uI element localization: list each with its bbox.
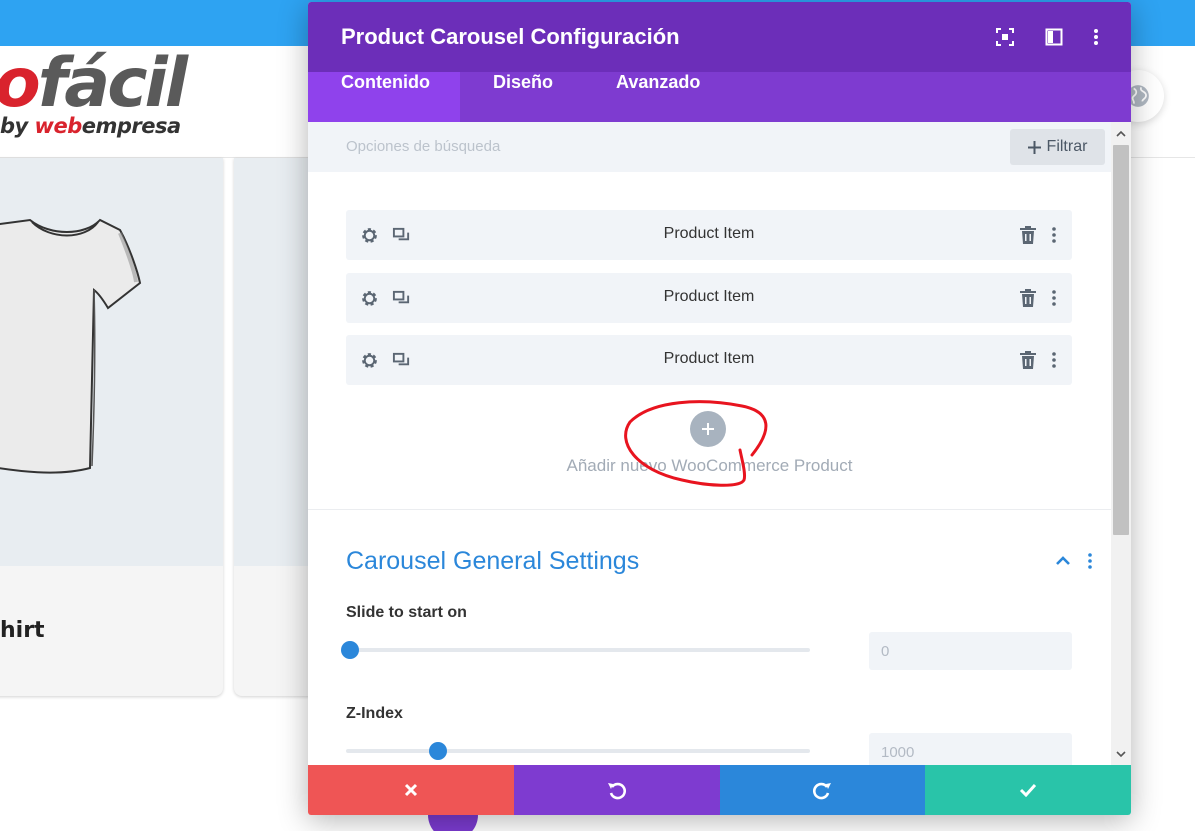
modal-body: Product Item Product Item Product Item A… bbox=[308, 172, 1111, 765]
modal-footer bbox=[308, 765, 1131, 815]
modal-tabs: Contenido Diseño Avanzado bbox=[308, 72, 1131, 122]
options-search-bar: Opciones de búsqueda Filtrar bbox=[308, 122, 1111, 172]
more-options-icon[interactable] bbox=[1086, 27, 1106, 47]
slider-track[interactable] bbox=[346, 749, 810, 753]
redo-icon bbox=[813, 782, 832, 800]
tshirt-image bbox=[0, 218, 142, 474]
section-divider bbox=[308, 509, 1111, 510]
z-index-input[interactable] bbox=[869, 733, 1072, 765]
cancel-button[interactable] bbox=[308, 765, 514, 815]
search-input[interactable]: Opciones de búsqueda bbox=[346, 138, 500, 155]
slider-track[interactable] bbox=[346, 648, 810, 652]
check-icon bbox=[1020, 783, 1037, 797]
product-item-label: Product Item bbox=[663, 288, 755, 305]
tab-avanzado[interactable]: Avanzado bbox=[583, 72, 733, 122]
scroll-down-arrow[interactable] bbox=[1111, 744, 1131, 764]
tab-diseno[interactable]: Diseño bbox=[460, 72, 586, 122]
site-logo[interactable]: ofácil bbox=[0, 50, 188, 118]
slider-handle[interactable] bbox=[341, 641, 359, 659]
fullscreen-icon[interactable] bbox=[995, 27, 1015, 47]
product-item-label: Product Item bbox=[663, 225, 755, 242]
filter-label: Filtrar bbox=[1046, 138, 1088, 155]
slider-handle[interactable] bbox=[429, 742, 448, 760]
more-options-icon[interactable] bbox=[1044, 350, 1064, 370]
split-view-icon[interactable] bbox=[1044, 27, 1064, 47]
slide-start-input[interactable] bbox=[869, 632, 1072, 670]
trash-icon[interactable] bbox=[1018, 225, 1038, 245]
save-button[interactable] bbox=[925, 765, 1131, 815]
tab-contenido[interactable]: Contenido bbox=[308, 72, 460, 122]
trash-icon[interactable] bbox=[1018, 350, 1038, 370]
more-options-icon[interactable] bbox=[1080, 550, 1100, 572]
product-title[interactable]: hirt bbox=[0, 618, 45, 643]
close-icon bbox=[404, 783, 417, 797]
plus-icon bbox=[1027, 140, 1041, 154]
more-options-icon[interactable] bbox=[1044, 225, 1064, 245]
product-item-label: Product Item bbox=[663, 350, 755, 367]
product-item-row[interactable]: Product Item bbox=[346, 335, 1072, 385]
undo-button[interactable] bbox=[513, 765, 720, 815]
undo-icon bbox=[607, 782, 626, 800]
modal-header: Product Carousel Configuración bbox=[308, 2, 1131, 72]
product-item-row[interactable]: Product Item bbox=[346, 273, 1072, 323]
field-label: Slide to start on bbox=[346, 604, 467, 621]
settings-modal: Product Carousel Configuración Contenido… bbox=[308, 2, 1131, 815]
product-item-row[interactable]: Product Item bbox=[346, 210, 1072, 260]
product-image bbox=[0, 158, 223, 566]
scrollbar-thumb[interactable] bbox=[1113, 145, 1129, 535]
modal-title: Product Carousel Configuración bbox=[341, 24, 680, 49]
more-options-icon[interactable] bbox=[1044, 288, 1064, 308]
redo-button[interactable] bbox=[719, 765, 926, 815]
chevron-up-icon[interactable] bbox=[1052, 550, 1074, 572]
annotation-circle bbox=[624, 400, 768, 487]
scroll-up-arrow[interactable] bbox=[1111, 123, 1131, 143]
field-label: Z-Index bbox=[346, 705, 403, 722]
section-title[interactable]: Carousel General Settings bbox=[346, 547, 639, 576]
trash-icon[interactable] bbox=[1018, 288, 1038, 308]
filter-button[interactable]: Filtrar bbox=[1010, 129, 1105, 165]
site-logo-subtitle: by webempresa bbox=[0, 114, 181, 138]
product-card[interactable]: hirt bbox=[0, 158, 223, 696]
